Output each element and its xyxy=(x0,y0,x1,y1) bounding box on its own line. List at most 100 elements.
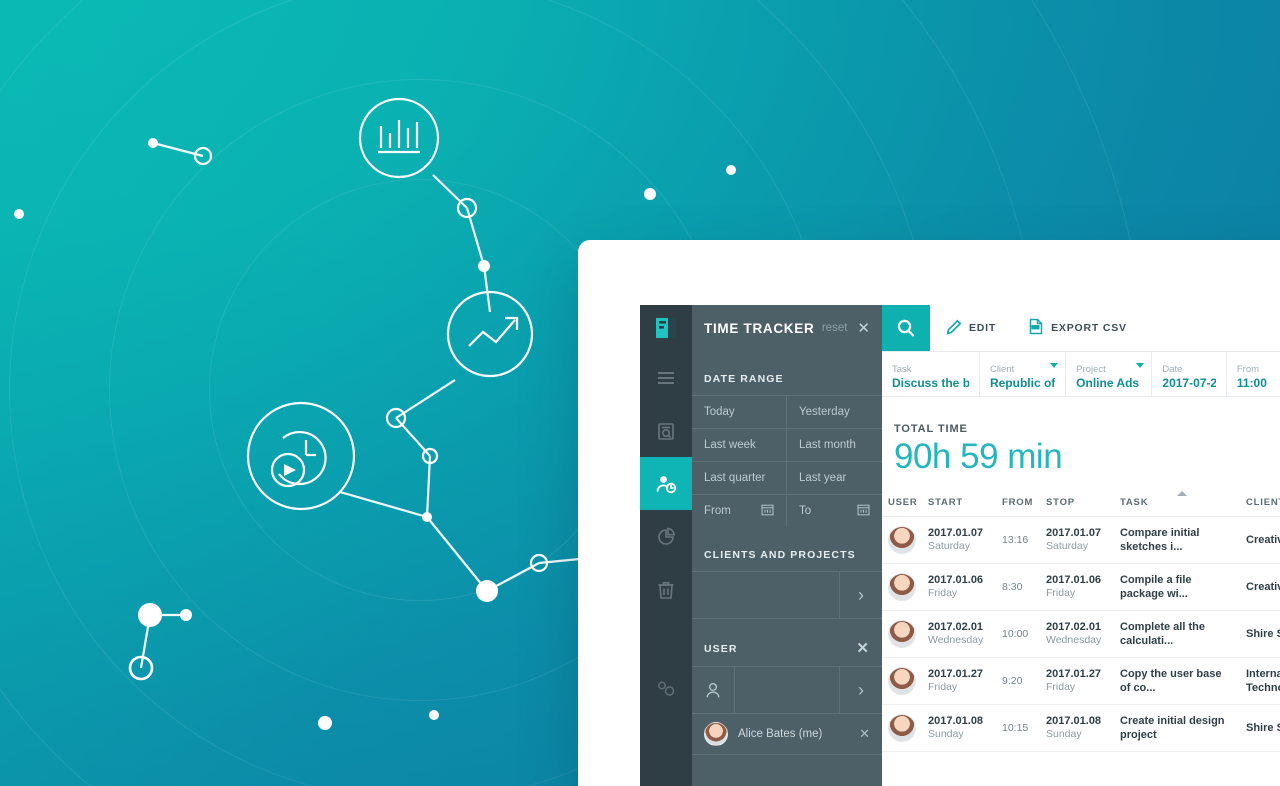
table-row[interactable]: 2017.01.07 Saturday 13:16 2017.01.07 Sat… xyxy=(882,516,1280,564)
date-to-field[interactable]: To xyxy=(787,494,882,527)
row-client: Shire Sch xyxy=(1240,610,1280,658)
date-range-label: DATE RANGE xyxy=(704,373,784,385)
avatar xyxy=(888,714,916,742)
edit-label: EDIT xyxy=(969,322,997,334)
row-stop: 2017.01.27 Friday xyxy=(1040,657,1114,705)
user-time-icon[interactable] xyxy=(640,457,692,510)
main-panel: EDIT EXPORT CSV Task Discuss the budget xyxy=(882,305,1280,786)
clients-projects-selector[interactable]: › xyxy=(692,571,882,619)
reset-button[interactable]: reset xyxy=(822,322,848,334)
user-label: USER xyxy=(704,642,738,655)
stop-date: 2017.01.27 xyxy=(1046,668,1102,680)
bar-chart-node xyxy=(358,97,440,179)
chip-value: 11:00 xyxy=(1236,375,1267,390)
row-avatar-cell xyxy=(882,704,922,752)
chip-project[interactable]: Project Online Ads Campaign xyxy=(1066,352,1153,396)
chevron-down-icon[interactable] xyxy=(1050,363,1059,368)
row-task: Complete all the calculati... xyxy=(1114,610,1240,658)
row-start: 2017.02.01 Wednesday xyxy=(922,610,996,658)
settings-gear-icon[interactable] xyxy=(640,661,692,714)
csv-file-icon xyxy=(1028,318,1044,338)
row-stop: 2017.01.08 Sunday xyxy=(1040,704,1114,752)
date-from-field[interactable]: From xyxy=(692,494,787,527)
col-user[interactable]: USER xyxy=(882,489,922,517)
row-start: 2017.01.08 Sunday xyxy=(922,704,996,752)
user-clear-icon[interactable]: ✕ xyxy=(856,641,870,656)
chip-client[interactable]: Client Republic of Creative xyxy=(980,352,1067,396)
chip-task[interactable]: Task Discuss the budget xyxy=(882,352,980,396)
chevron-right-icon[interactable]: › xyxy=(839,572,882,618)
total-time-label: TOTAL TIME xyxy=(894,423,968,435)
clients-projects-value[interactable] xyxy=(692,572,839,618)
col-start[interactable]: START xyxy=(922,489,996,517)
stop-day: Sunday xyxy=(1046,728,1082,740)
selected-user-chip[interactable]: Alice Bates (me) ✕ xyxy=(692,714,882,755)
close-icon[interactable]: ✕ xyxy=(857,321,870,336)
chevron-right-icon[interactable]: › xyxy=(839,667,882,713)
stop-day: Wednesday xyxy=(1046,634,1102,646)
network-graphic xyxy=(14,97,736,730)
start-day: Friday xyxy=(928,587,958,599)
date-option-yesterday[interactable]: Yesterday xyxy=(787,395,882,428)
filter-chips: Task Discuss the budget Client Republic … xyxy=(882,352,1280,397)
row-task: Compile a file package wi... xyxy=(1114,563,1240,611)
table-row[interactable]: 2017.01.08 Sunday 10:15 2017.01.08 Sunda… xyxy=(882,704,1280,752)
chip-label: Date xyxy=(1162,363,1183,375)
start-date: 2017.01.06 xyxy=(928,574,984,586)
start-date: 2017.01.27 xyxy=(928,668,984,680)
filters-sidebar: TIME TRACKER reset ✕ DATE RANGE Today Ye… xyxy=(692,305,882,786)
date-option-last-month[interactable]: Last month xyxy=(787,428,882,461)
table-row[interactable]: 2017.01.06 Friday 8:30 2017.01.06 Friday… xyxy=(882,563,1280,611)
user-selector[interactable]: › xyxy=(692,666,882,714)
col-task[interactable]: TASK xyxy=(1114,489,1240,517)
date-option-today[interactable]: Today xyxy=(692,395,787,428)
start-date: 2017.01.08 xyxy=(928,715,984,727)
stop-date: 2017.01.08 xyxy=(1046,715,1102,727)
row-task: Compare initial sketches i... xyxy=(1114,516,1240,564)
row-avatar-cell xyxy=(882,563,922,611)
clients-projects-label: CLIENTS AND PROJECTS xyxy=(704,549,856,561)
row-task: Create initial design project xyxy=(1114,704,1240,752)
calendar-icon[interactable] xyxy=(857,503,870,519)
time-tracker-app: TIME TRACKER reset ✕ DATE RANGE Today Ye… xyxy=(640,305,1280,786)
menu-icon[interactable] xyxy=(640,351,692,404)
avatar xyxy=(888,620,916,648)
chip-from[interactable]: From 11:00 xyxy=(1227,352,1280,396)
date-option-last-week[interactable]: Last week xyxy=(692,428,787,461)
chevron-down-icon[interactable] xyxy=(1136,363,1145,368)
date-option-last-quarter[interactable]: Last quarter xyxy=(692,461,787,494)
row-task: Copy the user base of co... xyxy=(1114,657,1240,705)
icon-rail xyxy=(640,305,692,786)
chip-date[interactable]: Date 2017-07-21 xyxy=(1152,352,1227,396)
col-from[interactable]: FROM xyxy=(996,489,1040,517)
calendar-icon[interactable] xyxy=(761,503,774,519)
date-option-last-year[interactable]: Last year xyxy=(787,461,882,494)
report-search-icon[interactable] xyxy=(640,404,692,457)
user-value[interactable] xyxy=(735,667,839,713)
table-body: 2017.01.07 Saturday 13:16 2017.01.07 Sat… xyxy=(882,516,1280,752)
f-logo-icon[interactable] xyxy=(640,305,692,351)
start-date: 2017.02.01 xyxy=(928,621,984,633)
screenshot-stage: TIME TRACKER reset ✕ DATE RANGE Today Ye… xyxy=(0,0,1280,786)
col-client[interactable]: CLIENT xyxy=(1240,489,1280,517)
row-stop: 2017.01.06 Friday xyxy=(1040,563,1114,611)
edit-button[interactable]: EDIT xyxy=(930,305,1012,351)
total-time-block: TOTAL TIME 90h 59 min xyxy=(882,397,1280,489)
user-icon xyxy=(692,667,735,713)
search-icon[interactable] xyxy=(882,305,930,351)
stop-date: 2017.01.06 xyxy=(1046,574,1102,586)
chip-label: Task xyxy=(892,363,912,375)
pie-chart-icon[interactable] xyxy=(640,510,692,563)
table-row[interactable]: 2017.01.27 Friday 9:20 2017.01.27 Friday… xyxy=(882,657,1280,705)
date-to-label: To xyxy=(799,505,812,517)
avatar xyxy=(888,526,916,554)
row-avatar-cell xyxy=(882,516,922,564)
col-stop[interactable]: STOP xyxy=(1040,489,1114,517)
trash-icon[interactable] xyxy=(640,563,692,616)
col-task-label: TASK xyxy=(1120,497,1149,508)
export-csv-button[interactable]: EXPORT CSV xyxy=(1012,305,1143,351)
remove-user-icon[interactable]: ✕ xyxy=(859,726,870,742)
sort-asc-icon[interactable] xyxy=(1177,491,1187,496)
table-row[interactable]: 2017.02.01 Wednesday 10:00 2017.02.01 We… xyxy=(882,610,1280,658)
stop-day: Saturday xyxy=(1046,540,1089,552)
